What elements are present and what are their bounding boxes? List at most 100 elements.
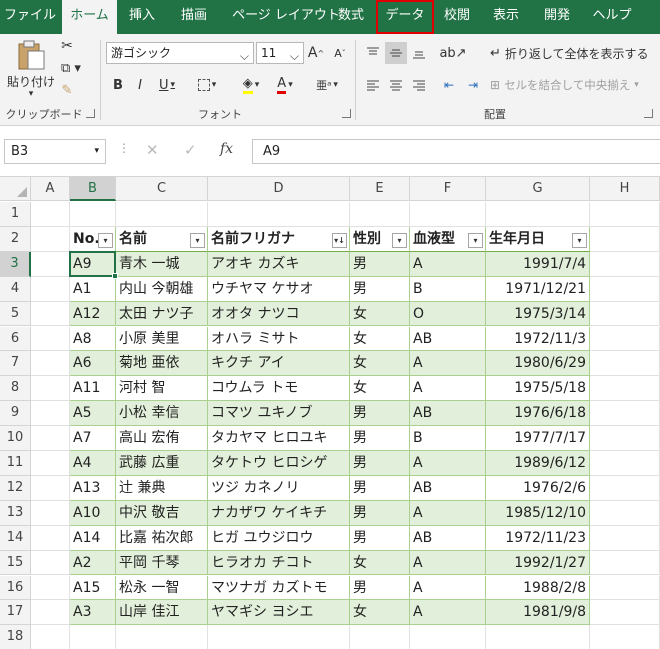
cell[interactable] bbox=[31, 525, 70, 551]
table-cell[interactable]: 高山 宏侑 bbox=[116, 426, 208, 451]
table-cell[interactable]: オハラ ミサト bbox=[208, 326, 350, 352]
cell[interactable] bbox=[350, 202, 410, 227]
filter-dropdown-icon[interactable]: ▾ bbox=[572, 232, 587, 248]
merge-center-button[interactable]: ⊞ セルを結合して中央揃え ▾ bbox=[490, 74, 650, 96]
cell[interactable] bbox=[410, 202, 486, 227]
table-cell[interactable]: A1 bbox=[70, 276, 116, 302]
cell[interactable] bbox=[208, 625, 350, 649]
bold-button[interactable]: B bbox=[108, 74, 128, 96]
cell[interactable] bbox=[31, 226, 70, 252]
table-cell[interactable]: A3 bbox=[70, 600, 116, 626]
fill-color-button[interactable]: ◈ ▾ bbox=[236, 74, 266, 96]
table-cell[interactable]: 山岸 佳江 bbox=[116, 600, 208, 626]
cell[interactable] bbox=[31, 301, 70, 327]
table-cell[interactable]: 1977/7/17 bbox=[486, 426, 590, 451]
table-cell[interactable]: A6 bbox=[70, 351, 116, 377]
cell[interactable] bbox=[116, 625, 208, 649]
cell[interactable] bbox=[486, 202, 590, 227]
table-cell[interactable]: 1988/2/8 bbox=[486, 575, 590, 601]
column-header-c[interactable]: C bbox=[116, 177, 208, 201]
cell[interactable] bbox=[590, 500, 660, 526]
cell[interactable] bbox=[31, 600, 70, 626]
table-cell[interactable]: 1972/11/23 bbox=[486, 525, 590, 551]
font-size-select[interactable]: 11 ⌵ bbox=[256, 42, 304, 64]
table-cell[interactable]: 1981/9/8 bbox=[486, 600, 590, 626]
table-cell[interactable]: 女 bbox=[350, 600, 410, 626]
tab-2[interactable]: 挿入 bbox=[120, 0, 164, 34]
row-header-7[interactable]: 7 bbox=[0, 351, 31, 377]
table-header-cell[interactable]: 名前フリガナ ▾↓ bbox=[208, 226, 350, 252]
row-header-16[interactable]: 16 bbox=[0, 575, 31, 601]
decrease-indent-button[interactable]: ⇤ bbox=[438, 74, 460, 96]
tab-7[interactable]: 校閲 bbox=[436, 0, 478, 34]
table-cell[interactable]: O bbox=[410, 301, 486, 327]
table-cell[interactable]: タケトウ ヒロシゲ bbox=[208, 451, 350, 476]
cell[interactable] bbox=[31, 500, 70, 526]
table-cell[interactable]: A bbox=[410, 451, 486, 476]
cell[interactable] bbox=[31, 251, 70, 277]
table-header-cell[interactable]: 性別 ▾ bbox=[350, 226, 410, 252]
row-header-17[interactable]: 17 bbox=[0, 600, 31, 626]
table-cell[interactable]: 小原 美里 bbox=[116, 326, 208, 352]
table-cell[interactable]: 1992/1/27 bbox=[486, 550, 590, 576]
table-cell[interactable]: B bbox=[410, 276, 486, 302]
table-cell[interactable]: A7 bbox=[70, 426, 116, 451]
tab-9[interactable]: 開発 bbox=[534, 0, 580, 34]
cut-button[interactable]: ✂ bbox=[57, 36, 77, 56]
align-left-button[interactable] bbox=[362, 74, 384, 96]
table-cell[interactable]: 1985/12/10 bbox=[486, 500, 590, 526]
cell[interactable] bbox=[590, 451, 660, 476]
table-cell[interactable]: 男 bbox=[350, 426, 410, 451]
table-cell[interactable]: A15 bbox=[70, 575, 116, 601]
cell[interactable] bbox=[31, 401, 70, 427]
table-cell[interactable]: 1975/3/14 bbox=[486, 301, 590, 327]
filter-dropdown-icon[interactable]: ▾ bbox=[190, 232, 205, 248]
table-cell[interactable]: A bbox=[410, 600, 486, 626]
table-cell[interactable]: A11 bbox=[70, 376, 116, 402]
table-cell[interactable]: 1989/6/12 bbox=[486, 451, 590, 476]
orientation-button[interactable]: ab↗ bbox=[438, 42, 468, 64]
table-cell[interactable]: 内山 今朝雄 bbox=[116, 276, 208, 302]
table-cell[interactable]: コマツ ユキノブ bbox=[208, 401, 350, 427]
table-cell[interactable]: コウムラ トモ bbox=[208, 376, 350, 402]
table-cell[interactable]: 1980/6/29 bbox=[486, 351, 590, 377]
row-header-9[interactable]: 9 bbox=[0, 401, 31, 427]
table-cell[interactable]: A8 bbox=[70, 326, 116, 352]
row-header-8[interactable]: 8 bbox=[0, 376, 31, 402]
table-cell[interactable]: タカヤマ ヒロユキ bbox=[208, 426, 350, 451]
cell[interactable] bbox=[590, 351, 660, 377]
cell[interactable] bbox=[590, 202, 660, 227]
table-cell[interactable]: 男 bbox=[350, 500, 410, 526]
table-cell[interactable]: 比嘉 祐次郎 bbox=[116, 525, 208, 551]
table-cell[interactable]: AB bbox=[410, 525, 486, 551]
table-cell[interactable]: A bbox=[410, 500, 486, 526]
cell[interactable] bbox=[31, 575, 70, 601]
table-cell[interactable]: 1971/12/21 bbox=[486, 276, 590, 302]
table-cell[interactable]: オオタ ナツコ bbox=[208, 301, 350, 327]
table-cell[interactable]: 河村 智 bbox=[116, 376, 208, 402]
table-cell[interactable]: 1976/6/18 bbox=[486, 401, 590, 427]
tab-0[interactable]: ファイル bbox=[0, 0, 60, 34]
table-header-cell[interactable]: 生年月日 ▾ bbox=[486, 226, 590, 252]
column-header-e[interactable]: E bbox=[350, 177, 410, 201]
row-header-11[interactable]: 11 bbox=[0, 451, 31, 476]
row-header-4[interactable]: 4 bbox=[0, 276, 31, 302]
cell[interactable] bbox=[31, 326, 70, 352]
row-header-5[interactable]: 5 bbox=[0, 301, 31, 327]
fill-handle[interactable] bbox=[112, 272, 118, 279]
table-cell[interactable]: 女 bbox=[350, 326, 410, 352]
cell[interactable] bbox=[31, 276, 70, 302]
decrease-font-size-button[interactable]: Aˇ bbox=[330, 43, 350, 63]
tab-5[interactable]: 数式 bbox=[330, 0, 372, 34]
font-launcher-icon[interactable] bbox=[342, 109, 351, 118]
table-cell[interactable]: A bbox=[410, 550, 486, 576]
table-cell[interactable]: 女 bbox=[350, 376, 410, 402]
align-top-button[interactable] bbox=[362, 42, 384, 64]
formula-input[interactable]: A9 bbox=[252, 139, 660, 164]
column-header-b[interactable]: B bbox=[70, 177, 116, 201]
table-cell[interactable]: キクチ アイ bbox=[208, 351, 350, 377]
cell[interactable] bbox=[590, 600, 660, 626]
column-header-h[interactable]: H bbox=[590, 177, 660, 201]
row-header-6[interactable]: 6 bbox=[0, 326, 31, 352]
table-cell[interactable]: 1972/11/3 bbox=[486, 326, 590, 352]
